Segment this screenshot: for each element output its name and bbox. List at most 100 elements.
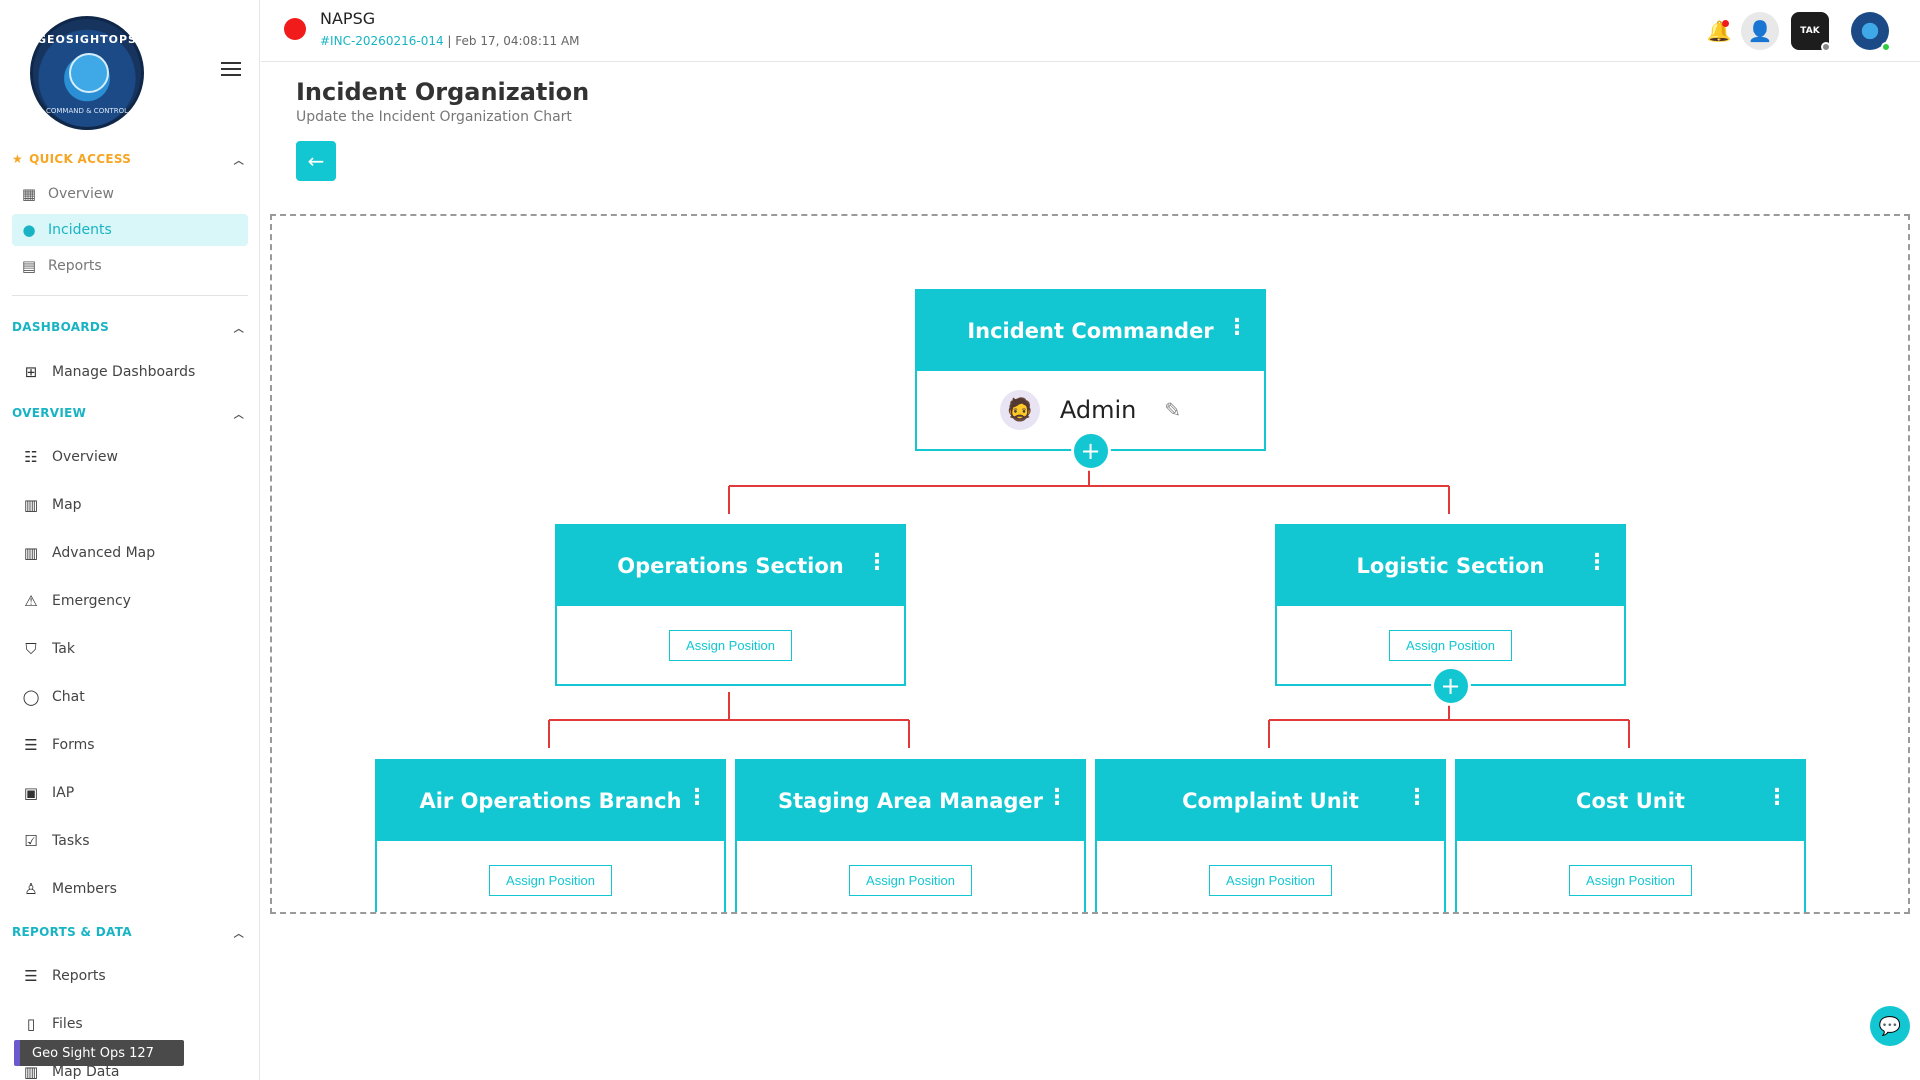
sidebar-item-quick-overview[interactable]: ▦ Overview (12, 178, 248, 210)
assign-position-button[interactable]: Assign Position (849, 864, 972, 896)
globe-icon (69, 53, 109, 93)
calendar-check-icon: ☑ (24, 832, 38, 850)
section-title: OVERVIEW (12, 406, 87, 420)
chat-support-button[interactable]: 💬 (1870, 1006, 1910, 1046)
more-vertical-icon[interactable]: ⋮ (1046, 787, 1068, 809)
sidebar-item-quick-reports[interactable]: ▤ Reports (12, 250, 248, 282)
sidebar-item-files[interactable]: ▯ Files (12, 1008, 248, 1040)
sidebar-item-map[interactable]: ▥ Map (12, 489, 248, 521)
edit-pencil-icon[interactable]: ✎ (1164, 398, 1181, 422)
back-button[interactable]: ← (296, 141, 336, 181)
node-header: Logistic Section ⋮ (1277, 526, 1624, 606)
sidebar-item-label: Files (52, 1016, 83, 1032)
node-header: Staging Area Manager ⋮ (737, 761, 1084, 841)
notification-bell-icon[interactable]: 🔔 (1700, 12, 1738, 50)
sidebar-item-tasks[interactable]: ☑ Tasks (12, 825, 248, 857)
assign-position-button[interactable]: Assign Position (1209, 864, 1332, 896)
tak-status-icon[interactable]: TAK (1791, 12, 1831, 52)
sidebar-item-label: Overview (48, 186, 114, 202)
org-node-staging-area-manager: Staging Area Manager ⋮ Assign Position (735, 759, 1086, 912)
node-body: Assign Position + (1277, 606, 1624, 706)
sidebar-item-manage-dashboards[interactable]: ⊞ Manage Dashboards (12, 356, 248, 388)
more-vertical-icon[interactable]: ⋮ (866, 552, 888, 574)
shield-icon: ⛉ (25, 640, 37, 658)
sidebar-item-emergency[interactable]: ⚠ Emergency (12, 585, 248, 617)
version-tooltip: Geo Sight Ops 127 (14, 1040, 184, 1066)
map-icon: ▥ (23, 496, 39, 514)
list-icon: ☰ (24, 967, 38, 985)
clipboard-icon: ▣ (23, 784, 39, 802)
sidebar-item-advanced-map[interactable]: ▥ Advanced Map (12, 537, 248, 569)
sidebar-item-label: Tasks (52, 833, 90, 849)
list-icon: ☰ (24, 736, 38, 754)
node-title: Incident Commander (967, 319, 1214, 343)
more-vertical-icon[interactable]: ⋮ (1586, 552, 1608, 574)
sidebar-item-incidents[interactable]: ● Incidents (12, 214, 248, 246)
sidebar-item-label: Manage Dashboards (52, 364, 196, 380)
more-vertical-icon[interactable]: ⋮ (686, 787, 708, 809)
section-title: QUICK ACCESS (29, 152, 132, 166)
online-status-dot (1881, 42, 1891, 52)
assign-position-button[interactable]: Assign Position (669, 629, 792, 661)
org-node-operations-section: Operations Section ⋮ Assign Position (555, 524, 906, 686)
node-body: Assign Position (557, 606, 904, 684)
alert-circle-icon: ● (22, 221, 36, 239)
chevron-up-icon: ︿ (233, 928, 244, 940)
sidebar-item-label: Reports (52, 968, 106, 984)
section-overview[interactable]: OVERVIEW ︿ (12, 406, 248, 421)
top-bar: NAPSG #INC-20260216-014 | Feb 17, 04:08:… (261, 0, 1920, 62)
sidebar-item-members[interactable]: ♙ Members (12, 873, 248, 905)
app-logo[interactable]: GEOSIGHTOPS COMMAND & CONTROL (30, 16, 144, 130)
assignee-avatar: 🧔 (999, 390, 1040, 430)
org-node-complaint-unit: Complaint Unit ⋮ Assign Position (1095, 759, 1446, 912)
node-body: Assign Position (737, 841, 1084, 912)
map-icon: ▥ (23, 544, 39, 562)
incident-timestamp: | Feb 17, 04:08:11 AM (447, 34, 580, 48)
node-title: Complaint Unit (1182, 789, 1359, 813)
page-subtitle: Update the Incident Organization Chart (296, 109, 572, 125)
sidebar-item-label: Map Data (52, 1064, 120, 1080)
section-quick-access[interactable]: ★ QUICK ACCESS ︿ (12, 152, 248, 167)
sidebar-item-forms[interactable]: ☰ Forms (12, 729, 248, 761)
node-header: Complaint Unit ⋮ (1097, 761, 1444, 841)
more-vertical-icon[interactable]: ⋮ (1226, 317, 1248, 339)
notification-dot (1722, 20, 1729, 27)
incident-meta: #INC-20260216-014 | Feb 17, 04:08:11 AM (320, 34, 580, 48)
sidebar-item-label: Chat (52, 689, 85, 705)
sidebar-item-label: IAP (52, 785, 75, 801)
siren-icon: ⚠ (24, 592, 38, 610)
file-icon: ▯ (26, 1015, 36, 1033)
document-icon: ▤ (21, 257, 37, 275)
node-body: 🧔 Admin ✎ + (917, 371, 1264, 471)
sidebar-item-reports[interactable]: ☰ Reports (12, 960, 248, 992)
org-globe-icon[interactable] (1851, 12, 1891, 52)
node-header: Operations Section ⋮ (557, 526, 904, 606)
sidebar-item-chat[interactable]: ◯ Chat (12, 681, 248, 713)
incident-code-link[interactable]: #INC-20260216-014 (320, 34, 444, 48)
sidebar-item-label: Members (52, 881, 117, 897)
add-child-button[interactable]: + (1070, 431, 1111, 471)
section-dashboards[interactable]: DASHBOARDS ︿ (12, 320, 248, 335)
more-vertical-icon[interactable]: ⋮ (1406, 787, 1428, 809)
assignee-name: Admin (1059, 396, 1137, 424)
sidebar-item-tak[interactable]: ⛉ Tak (12, 633, 248, 665)
assign-position-button[interactable]: Assign Position (1569, 864, 1692, 896)
sidebar-item-label: Reports (48, 258, 102, 274)
menu-toggle-icon[interactable] (221, 62, 241, 78)
section-reports-data[interactable]: REPORTS & DATA ︿ (12, 925, 248, 940)
assign-position-button[interactable]: Assign Position (1389, 629, 1512, 661)
assign-position-button[interactable]: Assign Position (489, 864, 612, 896)
divider (12, 295, 248, 296)
sidebar-item-iap[interactable]: ▣ IAP (12, 777, 248, 809)
chevron-up-icon: ︿ (233, 409, 244, 421)
node-body: Assign Position (1457, 841, 1804, 912)
more-vertical-icon[interactable]: ⋮ (1766, 787, 1788, 809)
dashboard-icon: ▦ (21, 185, 37, 203)
incident-org-name: NAPSG (320, 9, 376, 28)
sidebar-item-label: Overview (52, 449, 118, 465)
user-avatar-icon[interactable]: 👤 (1741, 12, 1779, 50)
add-child-button[interactable]: + (1430, 666, 1471, 706)
sidebar-item-label: Tak (52, 641, 75, 657)
arrow-left-icon: ← (307, 149, 325, 173)
sidebar-item-overview[interactable]: ☷ Overview (12, 441, 248, 473)
